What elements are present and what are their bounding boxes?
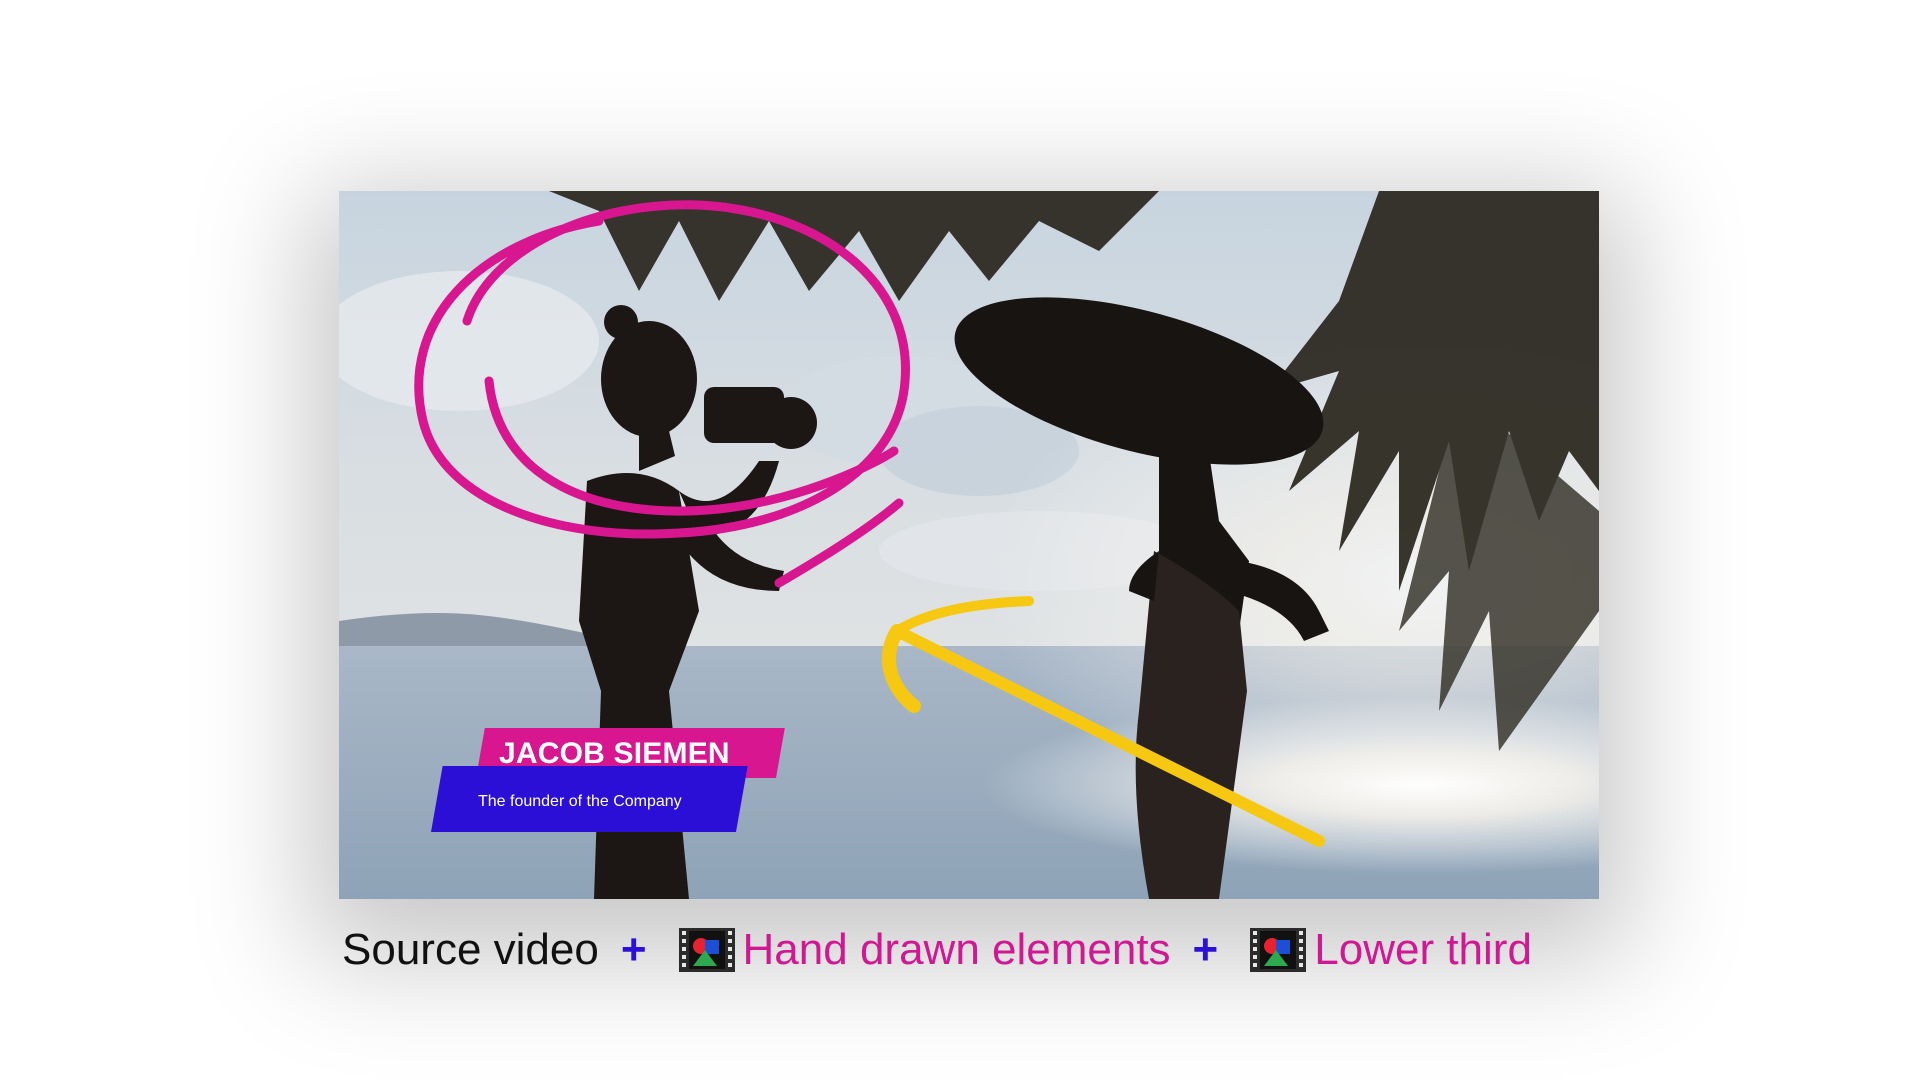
- lower-third-title: The founder of the Company: [478, 793, 682, 810]
- caption-source-video: Source video: [342, 925, 599, 974]
- plus-sign: +: [1192, 925, 1219, 974]
- caption-hand-drawn-elements: Hand drawn elements: [742, 925, 1171, 974]
- plus-sign: +: [620, 925, 647, 974]
- film-clip-icon: [1250, 928, 1307, 972]
- caption-row: Source video + Hand drawn elements + Low…: [342, 918, 1532, 982]
- film-clip-icon: [678, 928, 735, 972]
- stage: JACOB SIEMEN The founder of the Company …: [0, 0, 1920, 1080]
- lower-third-name: JACOB SIEMEN: [499, 737, 730, 770]
- video-preview[interactable]: JACOB SIEMEN The founder of the Company: [339, 191, 1599, 899]
- caption-lower-third: Lower third: [1314, 925, 1532, 974]
